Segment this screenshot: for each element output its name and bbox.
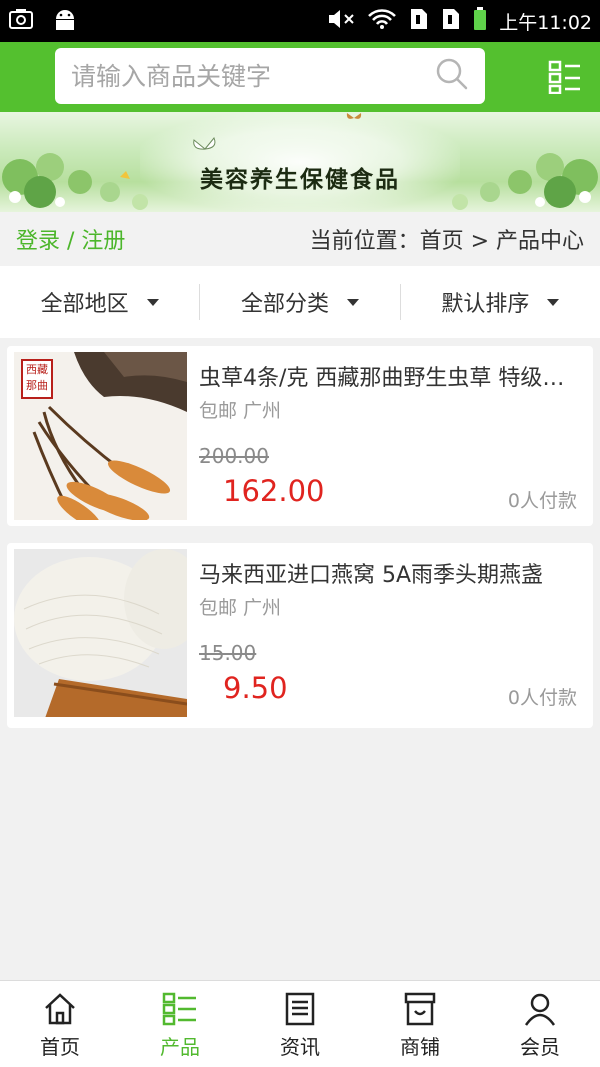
sim2-icon [441,7,461,36]
product-name[interactable]: 马来西亚进口燕窝 5A雨季头期燕盏 [199,557,579,589]
banner[interactable]: 美容养生保健食品 [0,112,600,212]
product-name[interactable]: 虫草4条/克 西藏那曲野生虫草 特级冬虫夏草 [199,360,579,392]
home-icon [45,993,75,1025]
product-grid-icon [162,992,196,1026]
search-icon[interactable] [435,57,469,95]
search-box[interactable] [55,48,485,104]
status-time: 上午11:02 [499,11,592,34]
product-card[interactable]: 马来西亚进口燕窝 5A雨季头期燕盏 包邮 广州 15.00 9.50 0人付款 [7,543,593,728]
product-sales: 0人付款 [507,687,577,709]
product-sales: 0人付款 [507,490,577,512]
product-price: 9.50 [223,671,288,705]
location-bar: 登录 / 注册 当前位置：首页 > 产品中心 [0,212,600,266]
status-bar: 上午11:02 [0,0,600,42]
product-shipping: 包邮 广州 [199,597,282,619]
screenshot-icon [8,8,34,34]
filter-label: 默认排序 [441,292,530,317]
android-icon [52,7,78,35]
member-icon [524,993,556,1026]
product-image-cordyceps[interactable]: 西藏那曲 [14,352,187,520]
product-price: 162.00 [223,474,325,508]
filter-bar: 全部地区 全部分类 默认排序 [0,266,600,338]
product-shipping: 包邮 广州 [199,400,282,422]
tab-label: 会员 [520,1035,560,1059]
login-register-link[interactable]: 登录 / 注册 [16,223,125,255]
filter-label: 全部地区 [40,292,129,317]
product-stamp: 西藏那曲 [26,363,48,392]
header [0,42,600,112]
battery-icon [473,6,487,36]
filter-sort[interactable]: 默认排序 [401,284,600,320]
breadcrumb: 当前位置：首页 > 产品中心 [309,229,584,254]
mute-icon [327,8,355,35]
product-original-price: 200.00 [199,444,269,468]
butterfly-small-icon [346,113,362,119]
search-input[interactable] [71,61,435,91]
filter-region[interactable]: 全部地区 [0,284,201,320]
product-image-birdnest[interactable] [14,549,187,717]
caret-down-icon [347,298,359,306]
sim1-icon [409,7,429,36]
caret-down-icon [146,298,159,306]
tab-home[interactable]: 首页 [0,981,120,1067]
tab-news[interactable]: 资讯 [240,981,360,1067]
banner-title: 美容养生保健食品 [200,167,400,193]
news-icon [285,992,315,1026]
tab-shop[interactable]: 商铺 [360,981,480,1067]
tab-label: 商铺 [400,1035,440,1059]
filter-label: 全部分类 [240,292,329,317]
filter-category[interactable]: 全部分类 [200,284,401,320]
tab-label: 资讯 [280,1035,320,1059]
tab-products[interactable]: 产品 [120,981,240,1067]
product-original-price: 15.00 [199,641,257,665]
shop-icon [404,992,436,1026]
tab-label: 产品 [160,1035,200,1059]
caret-down-icon [547,298,560,306]
wifi-icon [367,8,397,35]
tab-label: 首页 [40,1035,80,1059]
product-card[interactable]: 西藏那曲 虫草4条/克 西藏那曲野生虫草 特级冬虫夏草 包邮 广州 200.00… [7,346,593,526]
bottom-tab-bar: 首页 产品 资讯 商铺 会员 [0,980,600,1067]
tab-member[interactable]: 会员 [480,981,600,1067]
